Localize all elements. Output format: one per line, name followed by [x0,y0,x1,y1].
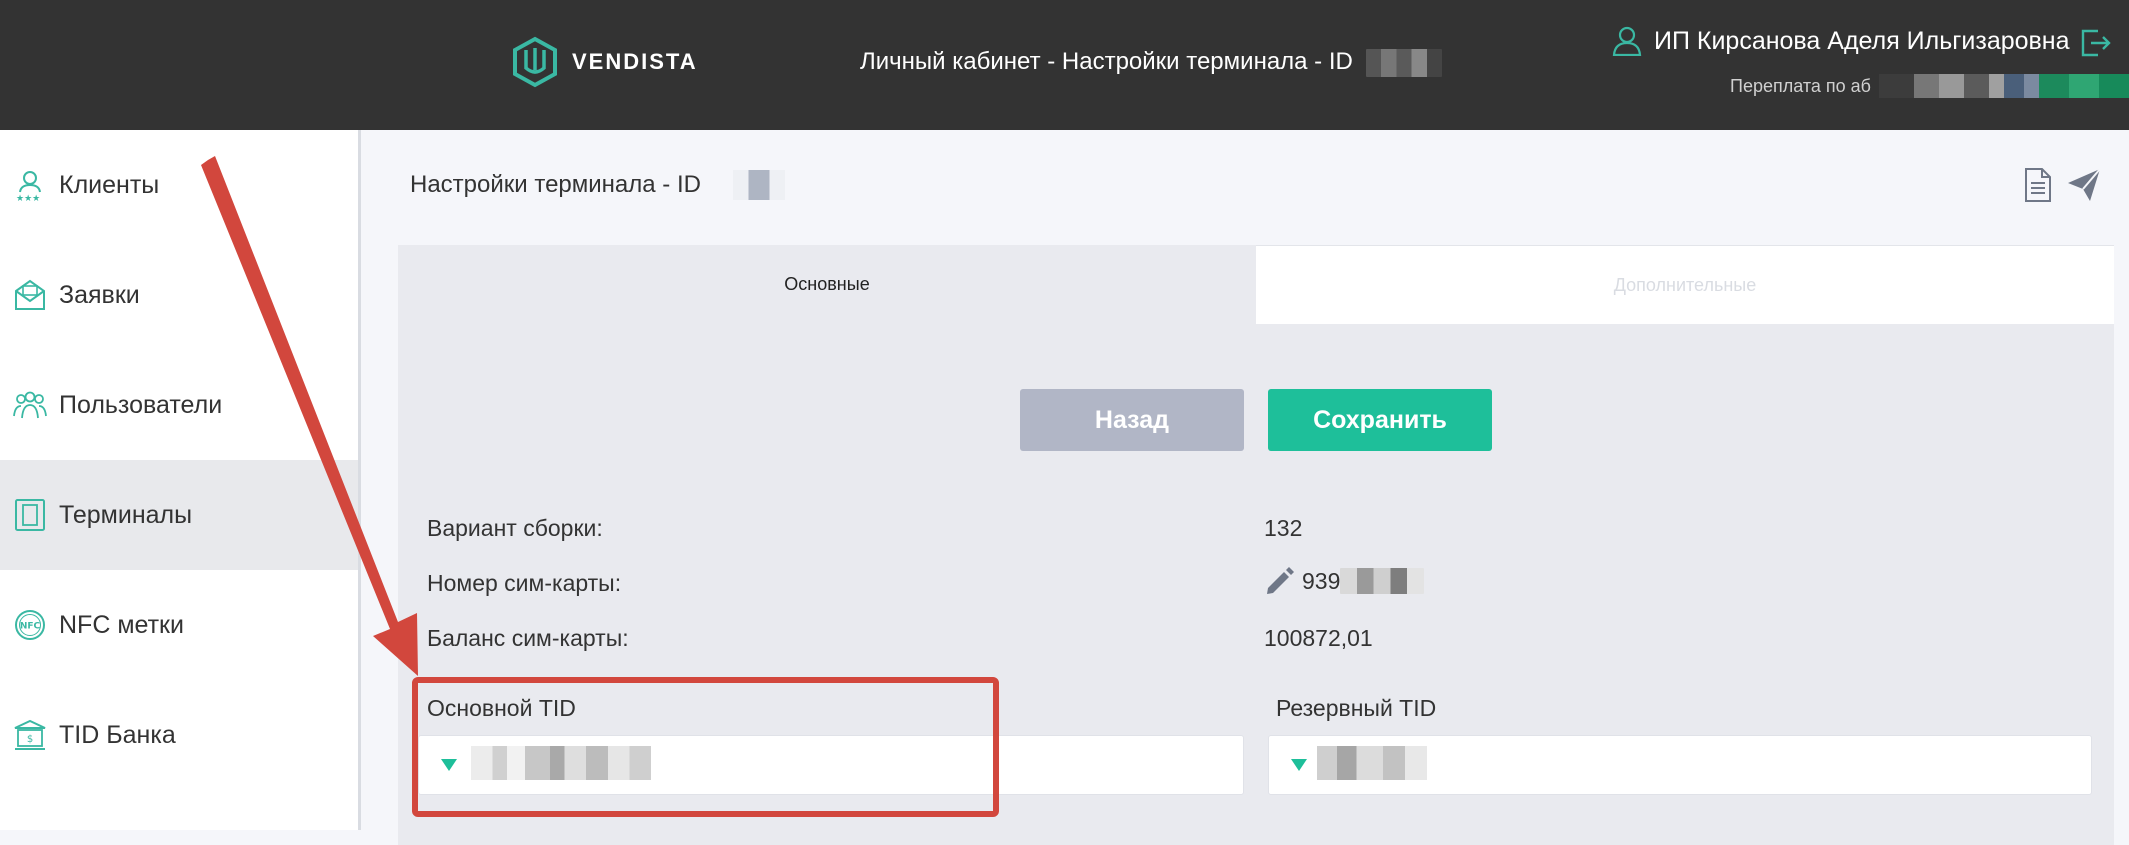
sidebar-item-label: TID Банка [59,720,176,749]
page-title: Настройки терминала - ID [410,170,785,200]
svg-text:NFC: NFC [20,622,41,632]
vendista-logo-icon [513,36,557,88]
send-icon[interactable] [2066,167,2102,203]
document-icon[interactable] [2023,167,2053,203]
terminal-icon [15,499,45,531]
header-title: Личный кабинет - Настройки терминала - I… [860,48,1442,77]
page-title-text: Настройки терминала - ID [410,171,701,198]
edit-pencil-icon[interactable] [1264,566,1294,596]
nfc-icon: NFC [15,610,45,640]
svg-text:$: $ [27,734,33,745]
user-profile[interactable]: ИП Кирсанова Аделя Ильгизаровна [1612,26,2070,56]
primary-tid-redacted [471,746,651,780]
top-bar: VENDISTA Личный кабинет - Настройки терм… [0,0,2129,130]
build-variant-label: Вариант сборки: [427,515,603,541]
primary-tid-select[interactable] [418,735,1244,795]
terminal-id-redacted [732,170,785,200]
primary-tid-label: Основной TID [427,695,576,721]
sim-balance-value: 100872,01 [1264,625,1373,651]
sidebar-item-clients[interactable]: ★★★ Клиенты [0,130,358,240]
bank-icon: $ [14,719,46,750]
sim-number-text: 939 [1302,567,1341,594]
clients-icon: ★★★ [16,171,41,202]
header-id-redacted [1365,48,1442,77]
sidebar-item-label: NFC метки [59,610,184,639]
sim-balance-label: Баланс сим-карты: [427,625,629,651]
sidebar-item-label: Пользователи [59,390,223,419]
sidebar-item-label: Клиенты [59,170,160,199]
dropdown-caret-icon [441,759,457,771]
reserve-tid-label: Резервный TID [1276,695,1437,721]
logout-icon[interactable] [2078,26,2112,60]
sidebar-item-label: Заявки [59,280,140,309]
sidebar-item-bank-tid[interactable]: $ TID Банка [0,680,358,790]
sidebar-item-nfc[interactable]: NFC NFC метки [0,570,358,680]
sidebar-item-requests[interactable]: Заявки [0,240,358,350]
sidebar-item-label: Терминалы [59,500,193,529]
users-icon [13,391,47,419]
vendista-logo[interactable]: VENDISTA [510,36,698,88]
sim-number-label: Номер сим-карты: [427,570,622,596]
dropdown-caret-icon [1291,759,1307,771]
header-title-text: Личный кабинет - Настройки терминала - I… [860,48,1353,75]
sidebar-item-terminals[interactable]: Терминалы [0,460,358,570]
user-icon [1612,26,1642,56]
requests-icon [15,279,45,310]
tab-additional[interactable]: Дополнительные [1256,245,2114,324]
balance-line: Переплата по аб [1730,74,2129,98]
sidebar-item-users[interactable]: Пользователи [0,350,358,460]
build-variant-value: 132 [1264,515,1303,541]
balance-label: Переплата по аб [1730,75,1871,96]
tab-main[interactable]: Основные [398,245,1256,323]
logo-text: VENDISTA [572,49,698,74]
svg-text:★★★: ★★★ [16,194,40,202]
sim-number-redacted [1340,568,1425,594]
back-button[interactable]: Назад [1020,389,1244,451]
user-name: ИП Кирсанова Аделя Ильгизаровна [1654,26,2070,55]
reserve-tid-select[interactable] [1268,735,2092,795]
save-button[interactable]: Сохранить [1268,389,1492,451]
reserve-tid-redacted [1317,746,1427,780]
sidebar: ★★★ Клиенты Заявки Пользователи Терминал… [0,130,361,830]
balance-redacted [1878,74,2129,98]
sim-number-value: 939 [1264,566,1425,596]
